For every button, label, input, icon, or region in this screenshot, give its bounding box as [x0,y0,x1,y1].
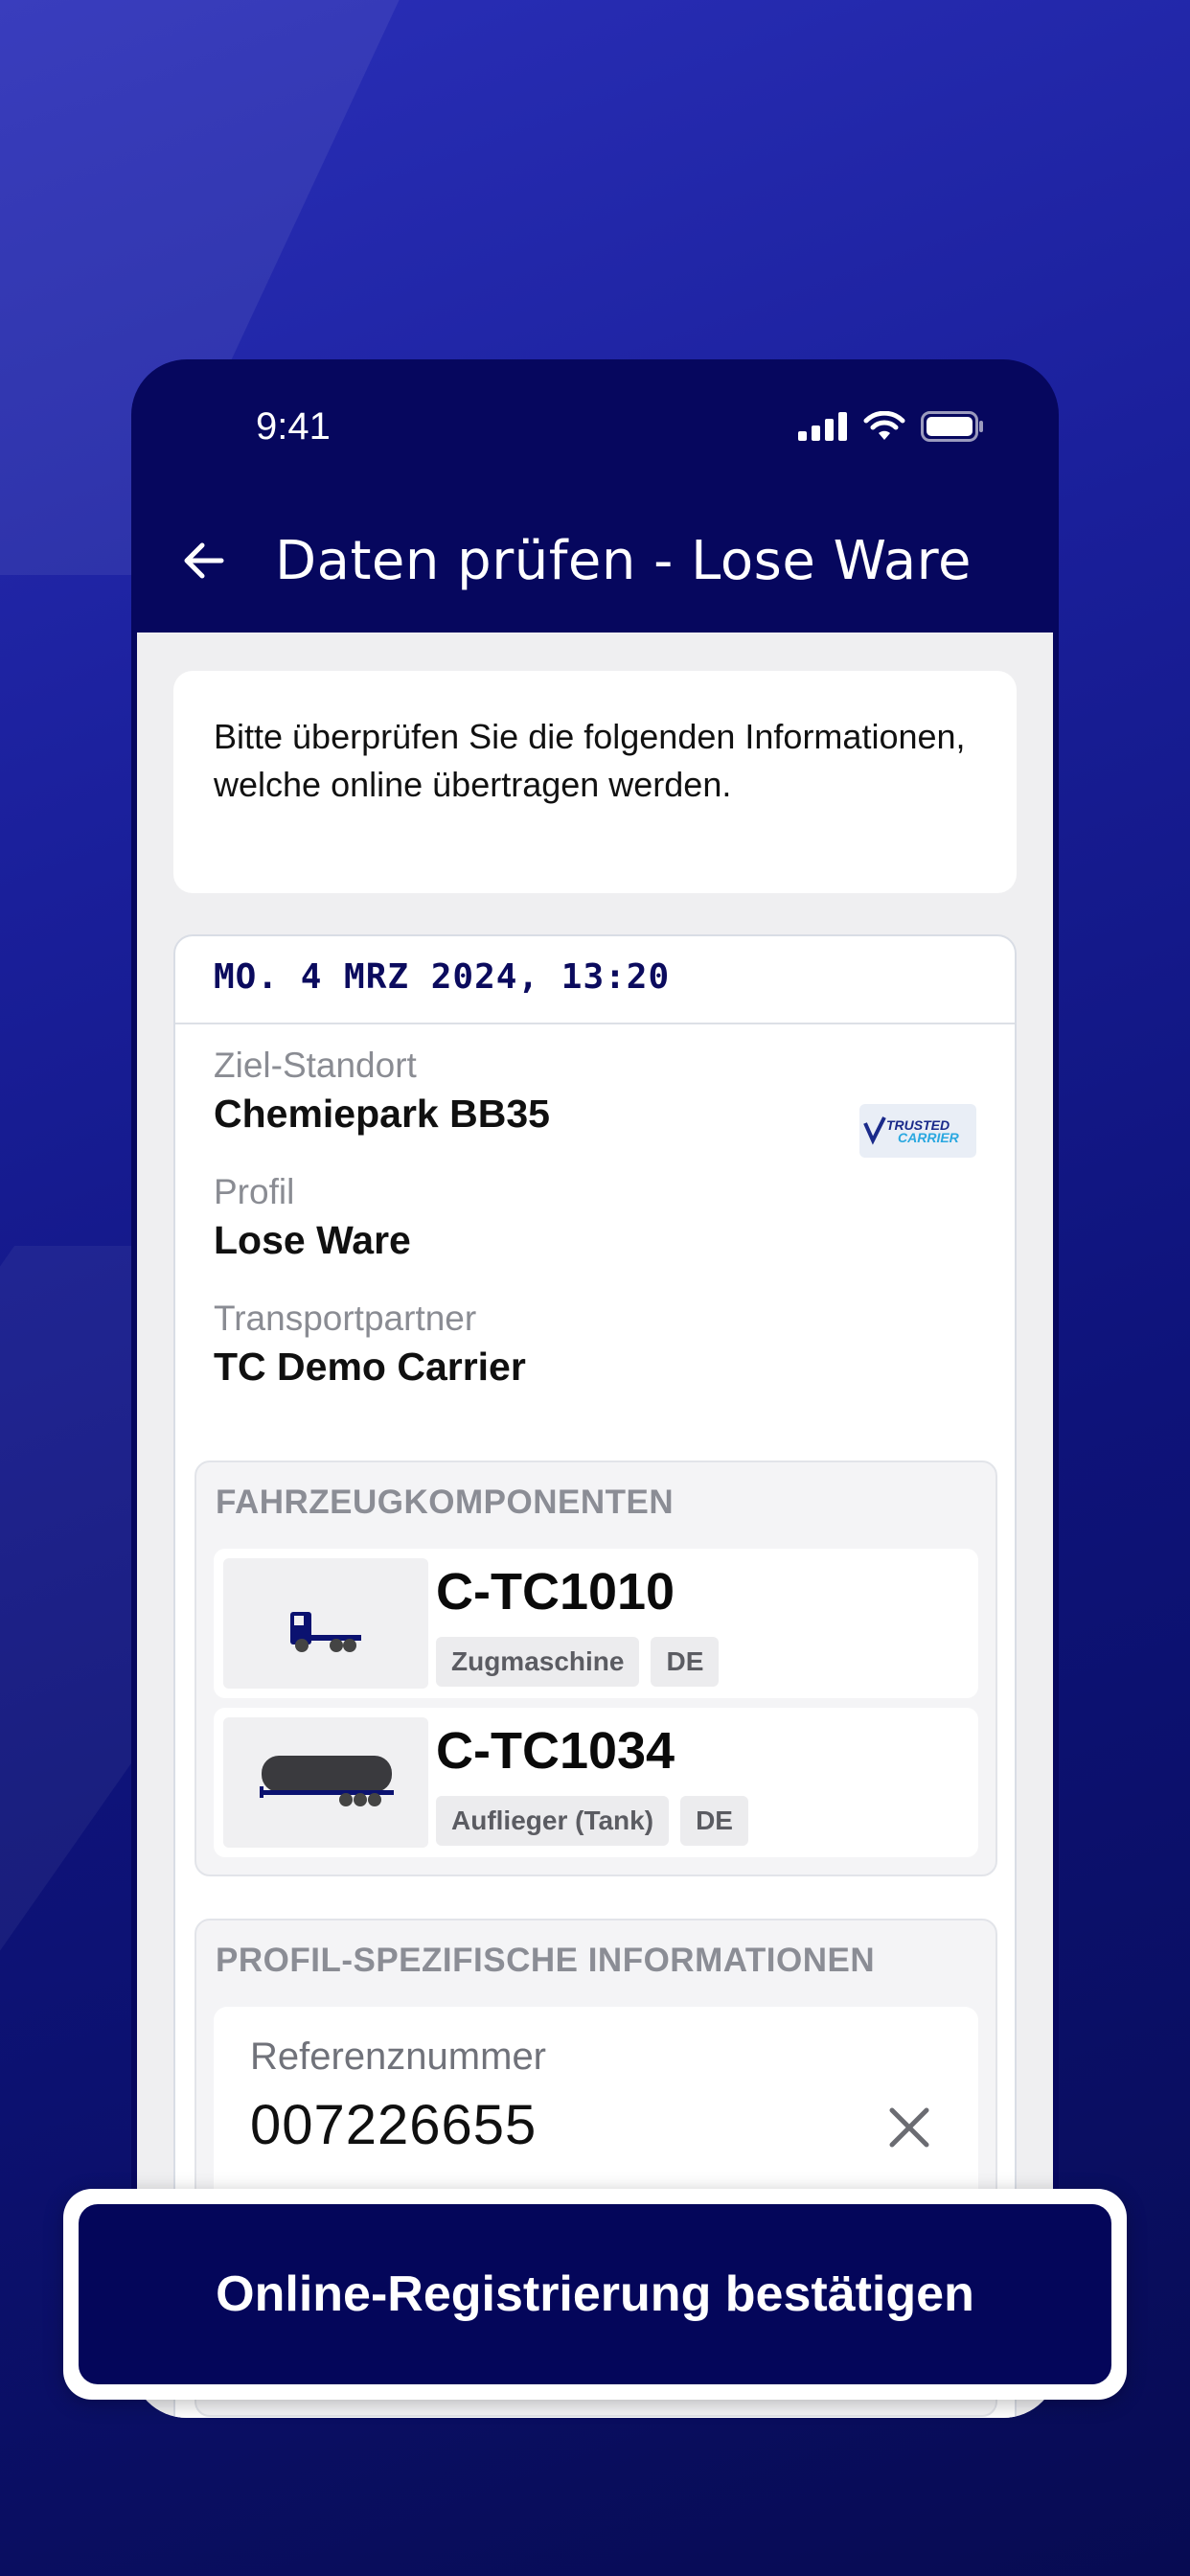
tank-trailer-icon [223,1717,428,1848]
reference-number-label: Referenznummer [250,2036,547,2078]
partner-value: TC Demo Carrier [214,1345,526,1389]
logo-text-carrier: CARRIER [898,1130,960,1145]
status-bar: 9:41 [131,359,1059,484]
wifi-icon [863,411,905,440]
target-label: Ziel-Standort [214,1046,417,1085]
profile-label: Profil [214,1172,295,1211]
vehicle-country-chip: DE [680,1796,748,1846]
vehicle-plate: C-TC1010 [436,1563,675,1621]
info-card: Bitte überprüfen Sie die folgenden Infor… [173,671,1017,893]
target-value: Chemiepark BB35 [214,1092,550,1136]
target-field: Ziel-Standort Chemiepark BB35 [214,1044,550,1139]
info-text: Bitte überprüfen Sie die folgenden Infor… [214,717,966,804]
cta-container: Online-Registrierung bestätigen [63,2189,1127,2400]
vehicle-type-chip: Zugmaschine [436,1637,640,1687]
vehicle-type-chip: Auflieger (Tank) [436,1796,670,1846]
phone-frame: 9:41 Daten prüfen - Lose Ware Bitte über… [131,359,1059,2418]
vehicle-row[interactable]: C-TC1010 Zugmaschine DE [214,1549,978,1698]
profile-info-section-title: PROFIL-SPEZIFISCHE INFORMATIONEN [216,1942,876,1979]
vehicle-plate: C-TC1034 [436,1722,675,1780]
status-icons [798,411,984,442]
profile-value: Lose Ware [214,1218,411,1262]
back-arrow-icon[interactable] [177,534,231,587]
vehicle-chips: Zugmaschine DE [436,1637,720,1687]
signal-icon [798,412,847,441]
profile-field: Profil Lose Ware [214,1170,411,1266]
status-time: 9:41 [256,405,331,448]
content-area[interactable]: Bitte überprüfen Sie die folgenden Infor… [137,632,1053,2418]
confirm-registration-button[interactable]: Online-Registrierung bestätigen [79,2204,1111,2384]
battery-icon [921,411,983,442]
reference-number-value[interactable]: 007226655 [250,2093,537,2157]
app-bar: Daten prüfen - Lose Ware [131,484,1059,632]
clear-icon[interactable] [882,2101,936,2154]
vehicle-section: FAHRZEUGKOMPONENTEN C-TC1010 Zugmaschine… [195,1460,997,1876]
vehicle-row[interactable]: C-TC1034 Auflieger (Tank) DE [214,1708,978,1857]
vehicle-country-chip: DE [651,1637,720,1687]
truck-icon [223,1558,428,1689]
trusted-carrier-logo: TRUSTED CARRIER [859,1104,976,1158]
partner-label: Transportpartner [214,1299,477,1338]
vehicle-chips: Auflieger (Tank) DE [436,1796,748,1846]
page-title: Daten prüfen - Lose Ware [275,530,972,592]
vehicle-section-title: FAHRZEUGKOMPONENTEN [216,1484,675,1521]
partner-field: Transportpartner TC Demo Carrier [214,1297,526,1392]
date-header: MO. 4 MRZ 2024, 13:20 [175,936,1015,1024]
